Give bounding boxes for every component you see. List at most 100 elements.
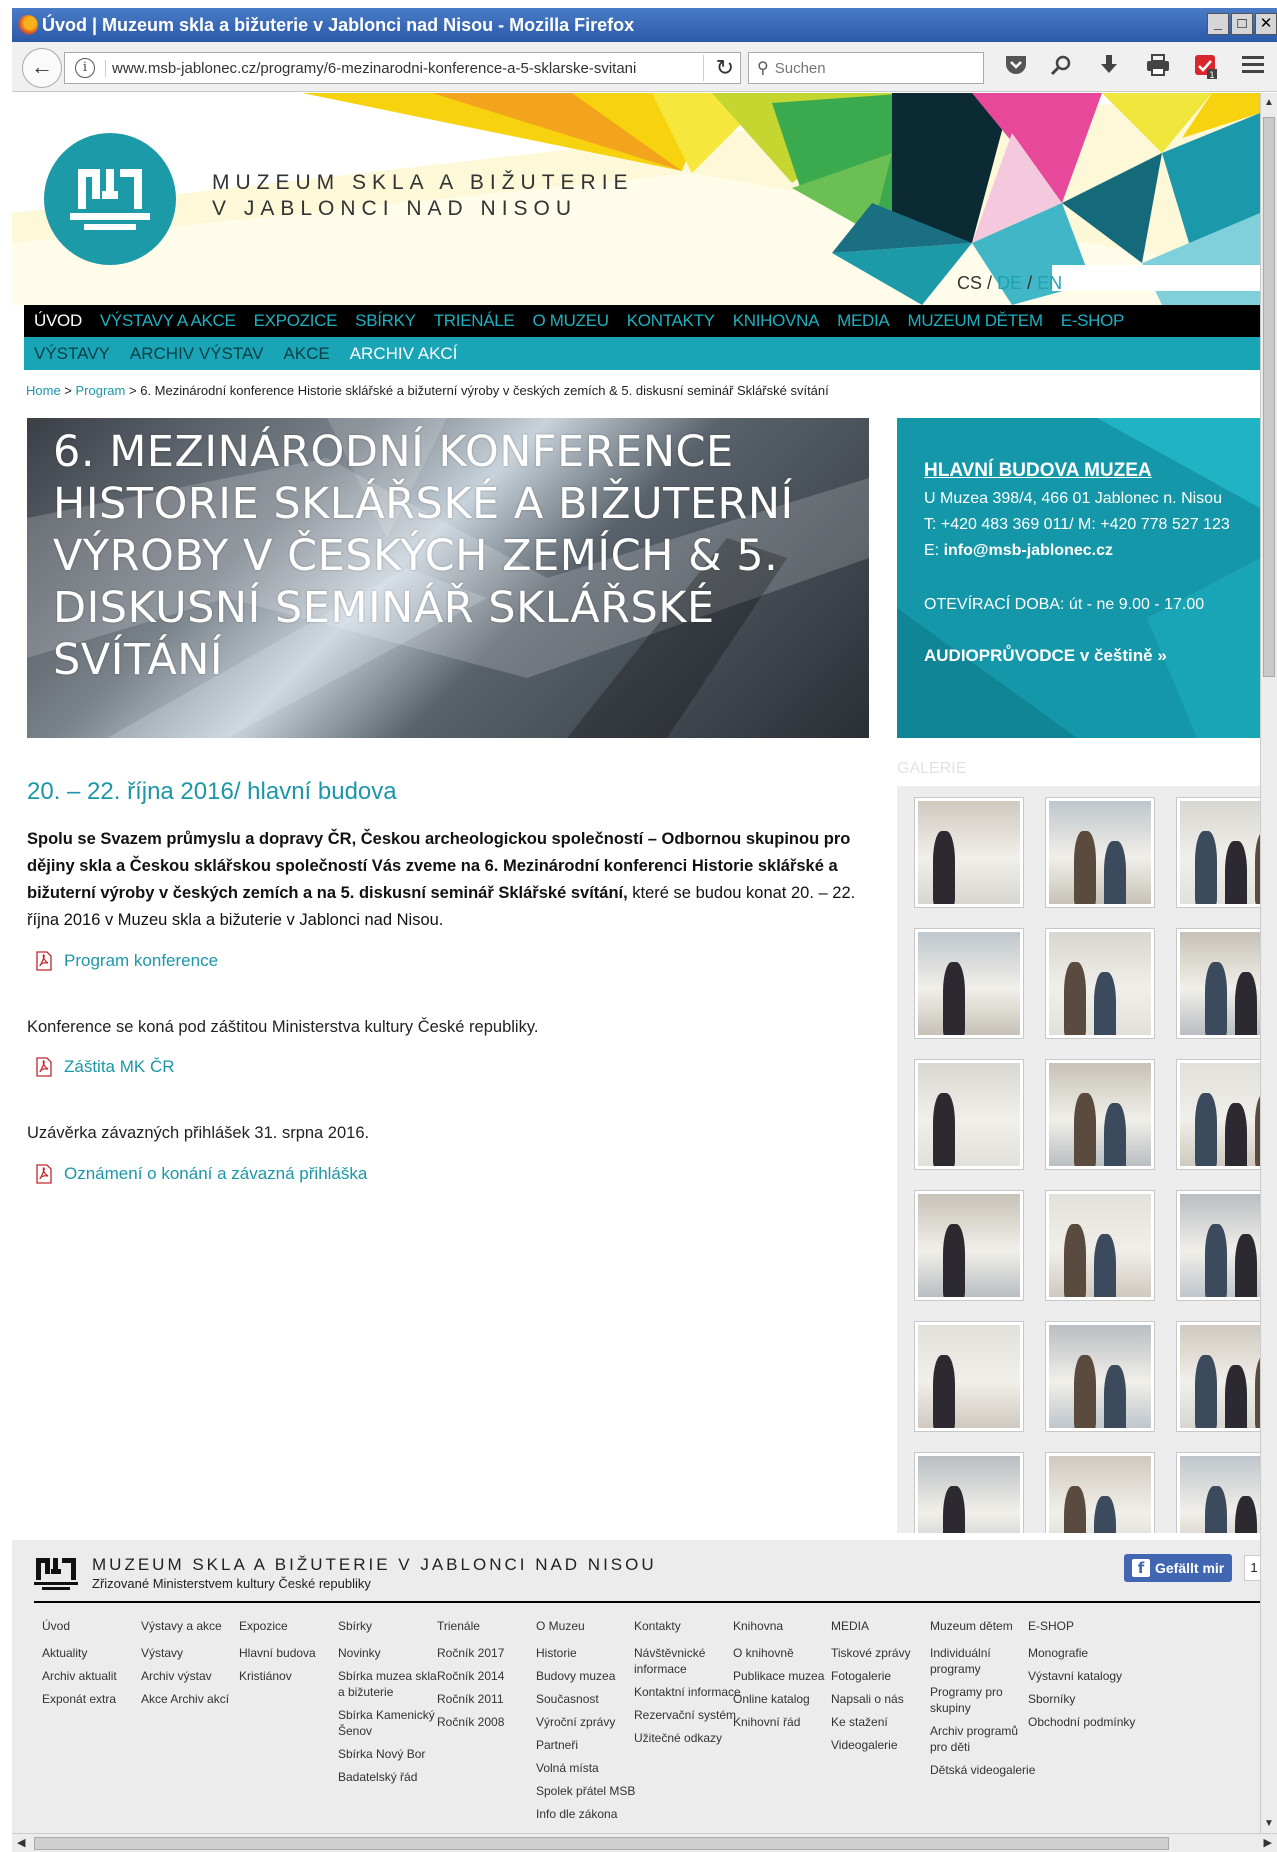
menu-item-kontakty[interactable]: KONTAKTY: [627, 311, 715, 331]
minimize-button[interactable]: _: [1207, 13, 1229, 35]
footer-link[interactable]: Individuální programy: [930, 1645, 1038, 1677]
footer-link[interactable]: Spolek přátel MSB: [536, 1783, 644, 1799]
menu-item-sbirky[interactable]: SBÍRKY: [355, 311, 416, 331]
footer-link[interactable]: Výstavní katalogy: [1028, 1668, 1136, 1684]
footer-link[interactable]: Ke stažení: [831, 1714, 939, 1730]
footer-column-heading[interactable]: Expozice: [239, 1619, 347, 1633]
footer-link[interactable]: Exponát extra: [42, 1691, 150, 1707]
footer-column-heading[interactable]: Kontakty: [634, 1619, 742, 1633]
registration-pdf-link[interactable]: Oznámení o konání a závazná přihláška: [34, 1164, 367, 1184]
footer-link[interactable]: Budovy muzea: [536, 1668, 644, 1684]
menu-item-o-muzeu[interactable]: O MUZEU: [532, 311, 609, 331]
vertical-scrollbar[interactable]: ▲ ▼: [1260, 93, 1277, 1833]
gallery-thumbnail[interactable]: [1045, 1321, 1155, 1432]
footer-link[interactable]: Partneři: [536, 1737, 644, 1753]
footer-link[interactable]: Knihovní řád: [733, 1714, 841, 1730]
footer-column-heading[interactable]: Knihovna: [733, 1619, 841, 1633]
footer-link[interactable]: Současnost: [536, 1691, 644, 1707]
gallery-thumbnail[interactable]: [1176, 1321, 1260, 1432]
horizontal-scrollbar[interactable]: ◀ ▶: [12, 1833, 1277, 1852]
footer-link[interactable]: Badatelský řád: [338, 1769, 446, 1785]
footer-link[interactable]: Sbírka Nový Bor: [338, 1746, 446, 1762]
footer-link[interactable]: Návštěvnické informace: [634, 1645, 742, 1677]
program-pdf-link[interactable]: Program konference: [34, 951, 218, 971]
gallery-thumbnail[interactable]: [1045, 1190, 1155, 1301]
footer-link[interactable]: Obchodní podmínky: [1028, 1714, 1136, 1730]
footer-link[interactable]: Archiv aktualit: [42, 1668, 150, 1684]
facebook-like-button[interactable]: f Gefällt mir: [1124, 1554, 1233, 1582]
footer-link[interactable]: Ročník 2008: [437, 1714, 545, 1730]
footer-link[interactable]: Akce Archiv akcí: [141, 1691, 249, 1707]
zoom-search-icon[interactable]: [1050, 54, 1072, 82]
gallery-thumbnail[interactable]: [914, 797, 1024, 908]
gallery-thumbnail[interactable]: [914, 1321, 1024, 1432]
scroll-left-icon[interactable]: ◀: [17, 1836, 25, 1849]
footer-link[interactable]: Aktuality: [42, 1645, 150, 1661]
gallery-thumbnail[interactable]: [1176, 1190, 1260, 1301]
footer-link[interactable]: Ročník 2011: [437, 1691, 545, 1707]
menu-item-muzeum-detem[interactable]: MUZEUM DĚTEM: [907, 311, 1043, 331]
submenu-item-archiv-akci[interactable]: ARCHIV AKCÍ: [350, 344, 458, 364]
lang-en[interactable]: EN: [1037, 273, 1062, 293]
footer-link[interactable]: Dětská videogalerie: [930, 1762, 1038, 1778]
footer-link[interactable]: Kristiánov: [239, 1668, 347, 1684]
menu-item-e-shop[interactable]: E-SHOP: [1061, 311, 1125, 331]
footer-column-heading[interactable]: O Muzeu: [536, 1619, 644, 1633]
menu-icon[interactable]: [1242, 54, 1264, 80]
footer-link[interactable]: Sbírka muzea skla a bižuterie: [338, 1668, 446, 1700]
footer-link[interactable]: Publikace muzea: [733, 1668, 841, 1684]
footer-column-heading[interactable]: Sbírky: [338, 1619, 446, 1633]
footer-link[interactable]: Sbírka Kamenický Šenov: [338, 1707, 446, 1739]
url-text[interactable]: www.msb-jablonec.cz/programy/6-mezinarod…: [105, 59, 636, 77]
lang-de[interactable]: DE: [997, 273, 1022, 293]
gallery-thumbnail[interactable]: [1176, 1452, 1260, 1533]
menu-item-vystavy-a-akce[interactable]: VÝSTAVY A AKCE: [100, 311, 236, 331]
maximize-button[interactable]: □: [1231, 13, 1253, 35]
lang-cs[interactable]: CS: [957, 273, 982, 293]
menu-item-media[interactable]: MEDIA: [837, 311, 890, 331]
registration-pdf-label[interactable]: Oznámení o konání a závazná přihláška: [64, 1164, 367, 1184]
scroll-right-icon[interactable]: ▶: [1264, 1836, 1272, 1849]
footer-column-heading[interactable]: Trienále: [437, 1619, 545, 1633]
footer-link[interactable]: Novinky: [338, 1645, 446, 1661]
footer-link[interactable]: Monografie: [1028, 1645, 1136, 1661]
pocket-icon[interactable]: [1004, 54, 1028, 82]
audio-guide-link[interactable]: AUDIOPRŮVODCE v češtině »: [924, 646, 1167, 666]
museum-logo[interactable]: [44, 133, 176, 265]
footer-link[interactable]: Užitečné odkazy: [634, 1730, 742, 1746]
menu-item-knihovna[interactable]: KNIHOVNA: [733, 311, 820, 331]
patronage-pdf-label[interactable]: Záštita MK ČR: [64, 1057, 175, 1077]
footer-link[interactable]: Videogalerie: [831, 1737, 939, 1753]
gallery-thumbnail[interactable]: [914, 1059, 1024, 1170]
breadcrumb-home[interactable]: Home: [26, 383, 61, 398]
footer-column-heading[interactable]: E-SHOP: [1028, 1619, 1136, 1633]
gallery-thumbnail[interactable]: [1045, 1059, 1155, 1170]
scroll-up-icon[interactable]: ▲: [1264, 97, 1274, 108]
footer-column-heading[interactable]: MEDIA: [831, 1619, 939, 1633]
download-icon[interactable]: [1098, 54, 1120, 82]
infobox-email-link[interactable]: info@msb-jablonec.cz: [944, 542, 1113, 559]
gallery-thumbnail[interactable]: [914, 928, 1024, 1039]
submenu-item-archiv-vystav[interactable]: ARCHIV VÝSTAV: [130, 344, 264, 364]
breadcrumb-program[interactable]: Program: [76, 383, 126, 398]
footer-link[interactable]: Ročník 2017: [437, 1645, 545, 1661]
gallery-thumbnail[interactable]: [914, 1190, 1024, 1301]
menu-item-trienale[interactable]: TRIENÁLE: [434, 311, 515, 331]
menu-item-expozice[interactable]: EXPOZICE: [254, 311, 338, 331]
footer-link[interactable]: Archiv výstav: [141, 1668, 249, 1684]
footer-link[interactable]: Výroční zprávy: [536, 1714, 644, 1730]
submenu-item-vystavy[interactable]: VÝSTAVY: [34, 344, 110, 364]
horizontal-scroll-thumb[interactable]: [34, 1837, 1169, 1850]
footer-link[interactable]: Ročník 2014: [437, 1668, 545, 1684]
gallery-thumbnail[interactable]: [1045, 1452, 1155, 1533]
address-bar[interactable]: i www.msb-jablonec.cz/programy/6-mezinar…: [64, 52, 741, 84]
footer-column-heading[interactable]: Úvod: [42, 1619, 150, 1633]
search-input[interactable]: ⚲ Suchen: [748, 52, 984, 84]
footer-link[interactable]: Napsali o nás: [831, 1691, 939, 1707]
footer-link[interactable]: Hlavní budova: [239, 1645, 347, 1661]
print-icon[interactable]: [1146, 54, 1170, 82]
patronage-pdf-link[interactable]: Záštita MK ČR: [34, 1057, 175, 1077]
reload-icon[interactable]: ↻: [702, 55, 734, 81]
footer-link[interactable]: Programy pro skupiny: [930, 1684, 1038, 1716]
facebook-like-label[interactable]: Gefällt mir: [1155, 1560, 1224, 1576]
